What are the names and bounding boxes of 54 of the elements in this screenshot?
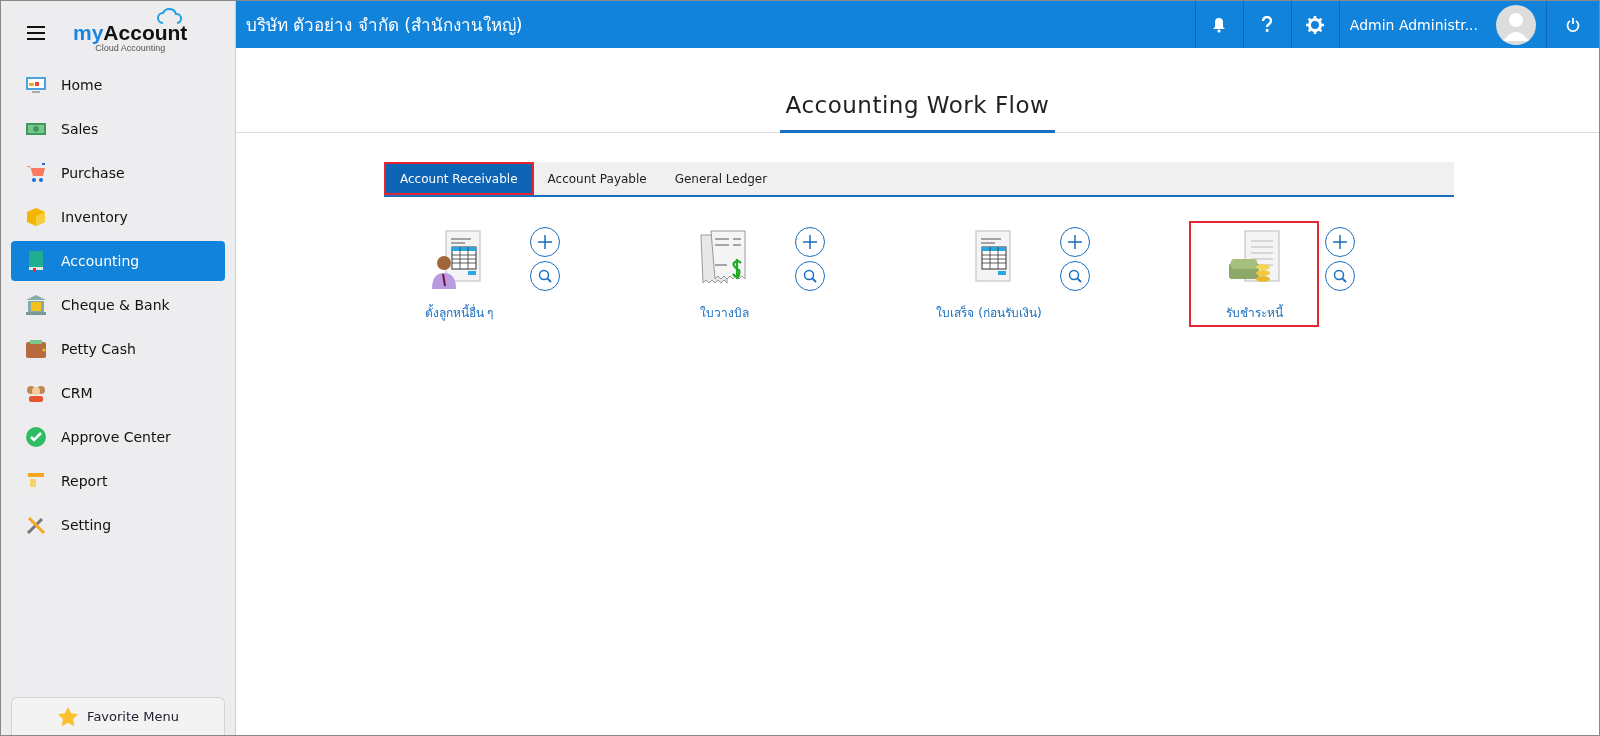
- tab[interactable]: Account Receivable: [384, 162, 534, 195]
- box-icon: [25, 206, 47, 228]
- workflow-link[interactable]: ใบวางบิล: [699, 303, 749, 322]
- workflow-link[interactable]: ใบเสร็จ (ก่อนรับเงิน): [936, 303, 1042, 322]
- sidebar-item[interactable]: Accounting: [11, 241, 225, 281]
- search-icon: [1333, 269, 1347, 283]
- sidebar-item[interactable]: Setting: [11, 505, 225, 545]
- search-button[interactable]: [530, 261, 560, 291]
- search-button[interactable]: [1060, 261, 1090, 291]
- favorite-menu-button[interactable]: Favorite Menu: [11, 697, 225, 735]
- help-icon: [1261, 16, 1274, 33]
- power-icon: [1566, 16, 1580, 33]
- add-button[interactable]: [795, 227, 825, 257]
- search-icon: [538, 269, 552, 283]
- plus-icon: [803, 235, 817, 249]
- sidebar-item[interactable]: CRM: [11, 373, 225, 413]
- user-menu[interactable]: Admin Administr...: [1338, 1, 1547, 48]
- workflow-link[interactable]: ตั้งลูกหนี้อื่น ๆ: [424, 303, 494, 322]
- sidebar-item[interactable]: Petty Cash: [11, 329, 225, 369]
- company-name: บริษัท ตัวอย่าง จำกัด (สำนักงานใหญ่): [245, 14, 524, 37]
- add-button[interactable]: [1060, 227, 1090, 257]
- bell-icon: [1211, 16, 1228, 33]
- check-icon: [25, 426, 47, 448]
- tab[interactable]: General Ledger: [660, 162, 782, 195]
- menu-button[interactable]: [27, 26, 45, 40]
- add-button[interactable]: [530, 227, 560, 257]
- add-button[interactable]: [1325, 227, 1355, 257]
- settings-icon: [1306, 15, 1325, 34]
- avatar-icon: [1496, 4, 1536, 45]
- sidebar-item[interactable]: Sales: [11, 109, 225, 149]
- sidebar-item[interactable]: Home: [11, 65, 225, 105]
- workflow-link[interactable]: รับชำระหนี้: [1225, 303, 1283, 322]
- plus-icon: [1333, 235, 1347, 249]
- search-button[interactable]: [1325, 261, 1355, 291]
- cart-icon: [25, 162, 47, 184]
- sidebar-item[interactable]: Inventory: [11, 197, 225, 237]
- plus-icon: [1068, 235, 1082, 249]
- sidebar-item[interactable]: Purchase: [11, 153, 225, 193]
- wallet-icon: [25, 338, 47, 360]
- tab[interactable]: Account Payable: [533, 162, 661, 195]
- brand-logo: myAccount: [73, 21, 188, 43]
- sidebar-item[interactable]: Approve Center: [11, 417, 225, 457]
- tools-icon: [25, 514, 47, 536]
- star-icon: [57, 705, 80, 728]
- sidebar-item[interactable]: Report: [11, 461, 225, 501]
- search-icon: [1068, 269, 1082, 283]
- cloud-icon: [157, 7, 184, 26]
- search-icon: [803, 269, 817, 283]
- page-title: Accounting Work Flow: [779, 92, 1056, 133]
- bank-icon: [25, 294, 47, 316]
- plus-icon: [538, 235, 552, 249]
- monitor-icon: [25, 74, 47, 96]
- sidebar-item[interactable]: Cheque & Bank: [11, 285, 225, 325]
- search-button[interactable]: [795, 261, 825, 291]
